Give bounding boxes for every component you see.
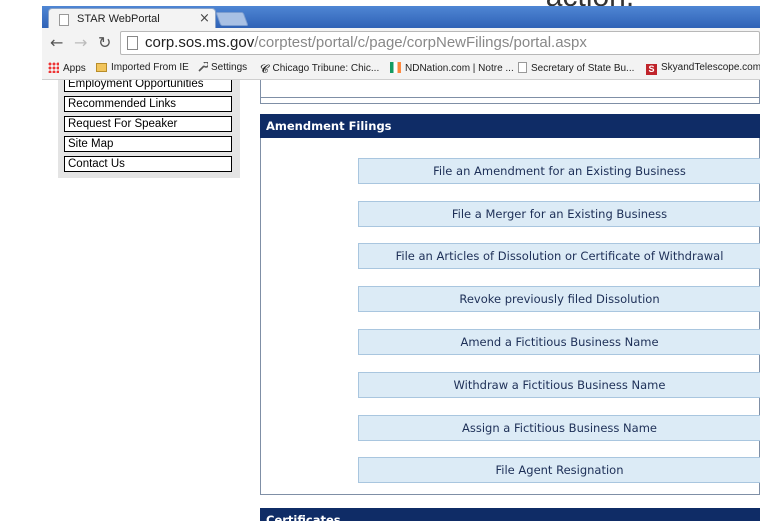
skytelescope-icon: S bbox=[646, 64, 657, 75]
bookmark-label: NDNation.com | Notre ... bbox=[405, 63, 514, 74]
page-content: Employment Opportunities Recommended Lin… bbox=[42, 80, 760, 521]
slide-margin bbox=[0, 0, 42, 521]
assign-fictitious-name-button[interactable]: Assign a Fictitious Business Name bbox=[358, 415, 760, 441]
url-text: corp.sos.ms.gov/corptest/portal/c/page/c… bbox=[145, 34, 587, 51]
revoke-dissolution-button[interactable]: Revoke previously filed Dissolution bbox=[358, 286, 760, 312]
tribune-icon: 𝓒 bbox=[260, 62, 269, 76]
url-host: corp.sos.ms.gov bbox=[145, 34, 255, 51]
sidebar-item-site-map[interactable]: Site Map bbox=[64, 136, 232, 152]
bookmark-label: Imported From IE bbox=[111, 62, 189, 73]
tab-title: STAR WebPortal bbox=[77, 13, 160, 25]
close-icon[interactable]: × bbox=[199, 11, 210, 26]
sidebar-item-request-speaker[interactable]: Request For Speaker bbox=[64, 116, 232, 132]
amendment-filings-panel bbox=[260, 138, 760, 495]
page-icon bbox=[518, 62, 527, 73]
bookmark-secretary-of-state[interactable]: Secretary of State Bu... bbox=[518, 62, 634, 74]
certificates-header: Certificates bbox=[260, 508, 760, 521]
arrow-right-icon[interactable]: → bbox=[74, 33, 87, 52]
amendment-filings-header: Amendment Filings bbox=[260, 114, 760, 138]
page-icon bbox=[59, 14, 69, 26]
reload-icon[interactable]: ↻ bbox=[98, 33, 111, 52]
withdraw-fictitious-name-button[interactable]: Withdraw a Fictitious Business Name bbox=[358, 372, 760, 398]
tab-strip: STAR WebPortal × bbox=[42, 6, 760, 30]
bookmarks-bar: Apps Imported From IE Settings 𝓒 Chicago … bbox=[42, 58, 760, 80]
address-bar[interactable]: corp.sos.ms.gov/corptest/portal/c/page/c… bbox=[120, 31, 760, 55]
bookmark-label: Apps bbox=[63, 63, 86, 74]
bookmark-imported-from-ie[interactable]: Imported From IE bbox=[96, 62, 189, 73]
file-merger-button[interactable]: File a Merger for an Existing Business bbox=[358, 201, 760, 227]
folder-icon bbox=[96, 63, 107, 72]
bookmark-apps[interactable]: Apps bbox=[48, 62, 86, 74]
file-amendment-button[interactable]: File an Amendment for an Existing Busine… bbox=[358, 158, 760, 184]
bookmark-chicago-tribune[interactable]: 𝓒 Chicago Tribune: Chic... bbox=[260, 62, 379, 77]
page-icon bbox=[127, 36, 138, 50]
sidebar-item-employment[interactable]: Employment Opportunities bbox=[64, 80, 232, 92]
bookmark-label: Chicago Tribune: Chic... bbox=[272, 63, 380, 74]
new-tab-button[interactable] bbox=[215, 12, 249, 26]
sidebar-item-contact-us[interactable]: Contact Us bbox=[64, 156, 232, 172]
bookmark-label: Secretary of State Bu... bbox=[531, 63, 635, 74]
bookmark-label: SkyandTelescope.com... bbox=[661, 62, 760, 73]
file-dissolution-button[interactable]: File an Articles of Dissolution or Certi… bbox=[358, 243, 760, 269]
bookmark-skyandtelescope[interactable]: S SkyandTelescope.com... bbox=[646, 62, 760, 75]
file-agent-resignation-button[interactable]: File Agent Resignation bbox=[358, 457, 760, 483]
amend-fictitious-name-button[interactable]: Amend a Fictitious Business Name bbox=[358, 329, 760, 355]
bookmark-label: Settings bbox=[211, 62, 248, 73]
sidebar: Employment Opportunities Recommended Lin… bbox=[58, 80, 240, 178]
apps-grid-icon bbox=[48, 62, 59, 73]
tab-star-webportal[interactable]: STAR WebPortal × bbox=[48, 8, 216, 30]
wrench-icon bbox=[198, 61, 210, 73]
bookmark-ndnation[interactable]: NDNation.com | Notre ... bbox=[390, 62, 514, 74]
sidebar-item-recommended-links[interactable]: Recommended Links bbox=[64, 96, 232, 112]
url-path: /corptest/portal/c/page/corpNewFilings/p… bbox=[254, 34, 587, 51]
bookmark-settings[interactable]: Settings bbox=[198, 61, 248, 73]
ndnation-icon bbox=[390, 62, 401, 73]
previous-section-panel bbox=[260, 80, 760, 104]
browser-toolbar: ← → ↻ corp.sos.ms.gov/corptest/portal/c/… bbox=[42, 28, 760, 58]
browser-window: STAR WebPortal × ← → ↻ corp.sos.ms.gov/c… bbox=[42, 6, 760, 521]
previous-section-row bbox=[261, 80, 760, 98]
arrow-left-icon[interactable]: ← bbox=[50, 33, 63, 52]
